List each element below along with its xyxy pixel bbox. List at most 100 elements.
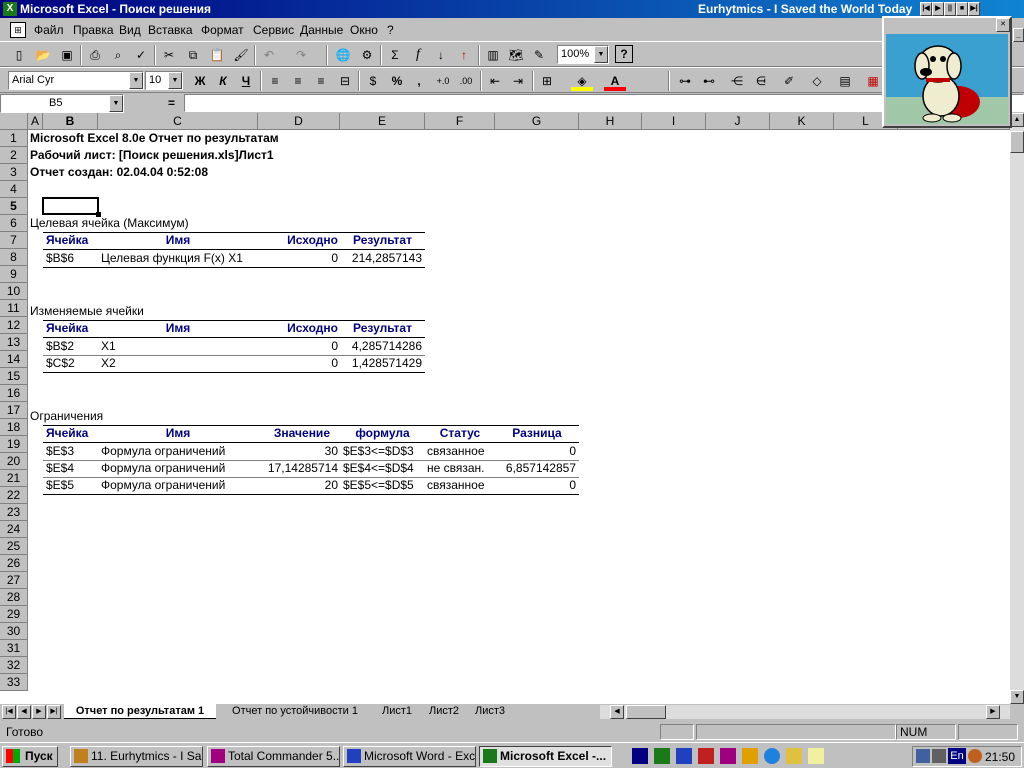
align-right-icon[interactable]: ≡ xyxy=(310,71,332,91)
row-header[interactable]: 6 xyxy=(0,215,28,232)
undo-icon[interactable]: ↶ xyxy=(258,45,280,65)
browser-icon[interactable] xyxy=(764,748,780,764)
hscroll-thumb[interactable] xyxy=(626,705,666,719)
row-header[interactable]: 19 xyxy=(0,436,28,453)
col-header-a[interactable]: A xyxy=(28,113,43,130)
row-header[interactable]: 22 xyxy=(0,487,28,504)
row-header[interactable]: 18 xyxy=(0,419,28,436)
assistant-titlebar[interactable] xyxy=(884,18,1010,32)
row-header[interactable]: 9 xyxy=(0,266,28,283)
word-launch-icon[interactable] xyxy=(676,748,692,764)
row-header[interactable]: 14 xyxy=(0,351,28,368)
new-comment-icon[interactable]: ✐ xyxy=(778,71,800,91)
media-next-icon[interactable]: ▶| xyxy=(968,2,980,16)
tab-sheet2[interactable]: Лист2 xyxy=(421,704,467,719)
row-header[interactable]: 23 xyxy=(0,504,28,521)
comma-style-button[interactable]: , xyxy=(408,71,430,91)
row-header[interactable]: 11 xyxy=(0,300,28,317)
col-header-d[interactable]: D xyxy=(258,113,340,130)
spelling-icon[interactable]: ✓ xyxy=(130,45,152,65)
borders-icon[interactable]: ⊞ xyxy=(536,71,558,91)
format-painter-icon[interactable]: 🖌 xyxy=(230,45,252,65)
row-header[interactable]: 8 xyxy=(0,249,28,266)
office-bar-icon[interactable] xyxy=(632,748,648,764)
save-icon[interactable]: ▣ xyxy=(56,45,78,65)
disk-icon[interactable] xyxy=(720,748,736,764)
hyperlink-icon[interactable]: 🌐 xyxy=(332,45,354,65)
vertical-scrollbar[interactable]: ▲ ▼ xyxy=(1010,113,1024,704)
col-header-j[interactable]: J xyxy=(706,113,770,130)
row-header[interactable]: 10 xyxy=(0,283,28,300)
select-all-corner[interactable] xyxy=(0,113,28,130)
row-header[interactable]: 30 xyxy=(0,623,28,640)
media-stop-icon[interactable]: ■ xyxy=(956,2,968,16)
menu-tools[interactable]: Сервис xyxy=(253,23,294,37)
excel-launch-icon[interactable] xyxy=(654,748,670,764)
task-excel[interactable]: Microsoft Excel -... xyxy=(479,746,612,767)
row-header[interactable]: 16 xyxy=(0,385,28,402)
web-toolbar-icon[interactable]: ⚙ xyxy=(356,45,378,65)
row-header[interactable]: 31 xyxy=(0,640,28,657)
col-header-e[interactable]: E xyxy=(340,113,425,130)
fill-color-icon[interactable]: ◈ xyxy=(571,71,593,91)
scroll-thumb[interactable] xyxy=(1010,131,1024,153)
start-button[interactable]: Пуск xyxy=(2,746,58,767)
col-header-i[interactable]: I xyxy=(642,113,706,130)
font-name-dropdown-icon[interactable]: ▼ xyxy=(129,72,143,89)
col-header-g[interactable]: G xyxy=(495,113,579,130)
volume-icon[interactable] xyxy=(932,749,946,763)
minimize-icon[interactable]: _ xyxy=(1013,28,1024,42)
row-header[interactable]: 12 xyxy=(0,317,28,334)
row-header[interactable]: 2 xyxy=(0,147,28,164)
horizontal-scrollbar[interactable]: ◀ ▶ xyxy=(600,705,1010,719)
row-header[interactable]: 27 xyxy=(0,572,28,589)
task-word[interactable]: Microsoft Word - Exc... xyxy=(343,746,476,767)
row-header[interactable]: 26 xyxy=(0,555,28,572)
search-icon[interactable] xyxy=(786,748,802,764)
remove-arrows-icon[interactable]: ⋲ xyxy=(726,71,748,91)
percent-button[interactable]: % xyxy=(386,71,408,91)
scroll-up-icon[interactable]: ▲ xyxy=(1010,113,1024,127)
font-color-icon[interactable]: A xyxy=(604,71,626,91)
print-preview-icon[interactable]: ⌕ xyxy=(107,45,129,65)
row-header[interactable]: 28 xyxy=(0,589,28,606)
task-winamp[interactable]: 11. Eurhytmics - I Sa... xyxy=(70,746,203,767)
drawing-icon[interactable]: ✎ xyxy=(528,45,550,65)
formula-equals[interactable]: = xyxy=(168,96,175,110)
scroll-left-icon[interactable]: ◀ xyxy=(610,705,624,719)
trace-error-icon[interactable]: ⋳ xyxy=(750,71,772,91)
excel-app-icon[interactable]: X xyxy=(3,2,17,16)
menu-format[interactable]: Формат xyxy=(201,23,244,37)
row-header[interactable]: 4 xyxy=(0,181,28,198)
row-header[interactable]: 24 xyxy=(0,521,28,538)
row-header[interactable]: 21 xyxy=(0,470,28,487)
row-header[interactable]: 1 xyxy=(0,130,28,147)
workbook-icon[interactable]: ⊞ xyxy=(10,22,26,38)
row-header[interactable]: 5 xyxy=(0,198,28,215)
tab-prev-icon[interactable]: ◀ xyxy=(17,705,31,719)
tab-sensitivity-report[interactable]: Отчет по устойчивости 1 xyxy=(220,704,370,719)
bold-button[interactable]: Ж xyxy=(189,71,211,91)
task-total-commander[interactable]: Total Commander 5.... xyxy=(207,746,340,767)
tab-results-report[interactable]: Отчет по результатам 1 xyxy=(64,704,216,719)
col-header-b[interactable]: B xyxy=(43,113,98,130)
italic-button[interactable]: К xyxy=(212,71,234,91)
menu-help[interactable]: ? xyxy=(387,23,394,37)
row-header[interactable]: 13 xyxy=(0,334,28,351)
assistant-close-icon[interactable]: ✕ xyxy=(996,18,1010,32)
tab-sheet3[interactable]: Лист3 xyxy=(467,704,513,719)
font-name-select[interactable]: Arial Cyr ▼ xyxy=(8,71,144,90)
menu-view[interactable]: Вид xyxy=(119,23,141,37)
clear-circles-icon[interactable]: ▤ xyxy=(834,71,856,91)
name-box[interactable]: B5 ▼ xyxy=(0,94,124,113)
notes-icon[interactable] xyxy=(808,748,824,764)
circle-invalid-icon[interactable]: ◇ xyxy=(806,71,828,91)
cut-icon[interactable]: ✂ xyxy=(158,45,180,65)
function-icon[interactable]: f xyxy=(407,45,429,65)
row-header[interactable]: 17 xyxy=(0,402,28,419)
game-icon[interactable] xyxy=(698,748,714,764)
chart-wizard-icon[interactable]: ▥ xyxy=(482,45,504,65)
open-folder-icon[interactable]: 📂 xyxy=(32,45,54,65)
increase-decimal-icon[interactable]: +.0 xyxy=(432,71,454,91)
new-file-icon[interactable]: ▯ xyxy=(8,45,30,65)
